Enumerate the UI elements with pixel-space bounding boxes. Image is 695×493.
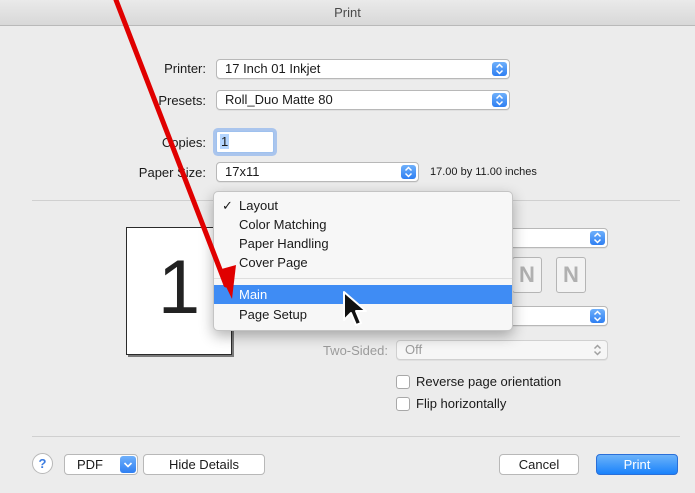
mouse-cursor-icon — [343, 291, 367, 326]
annotation-arrow — [113, 0, 236, 299]
